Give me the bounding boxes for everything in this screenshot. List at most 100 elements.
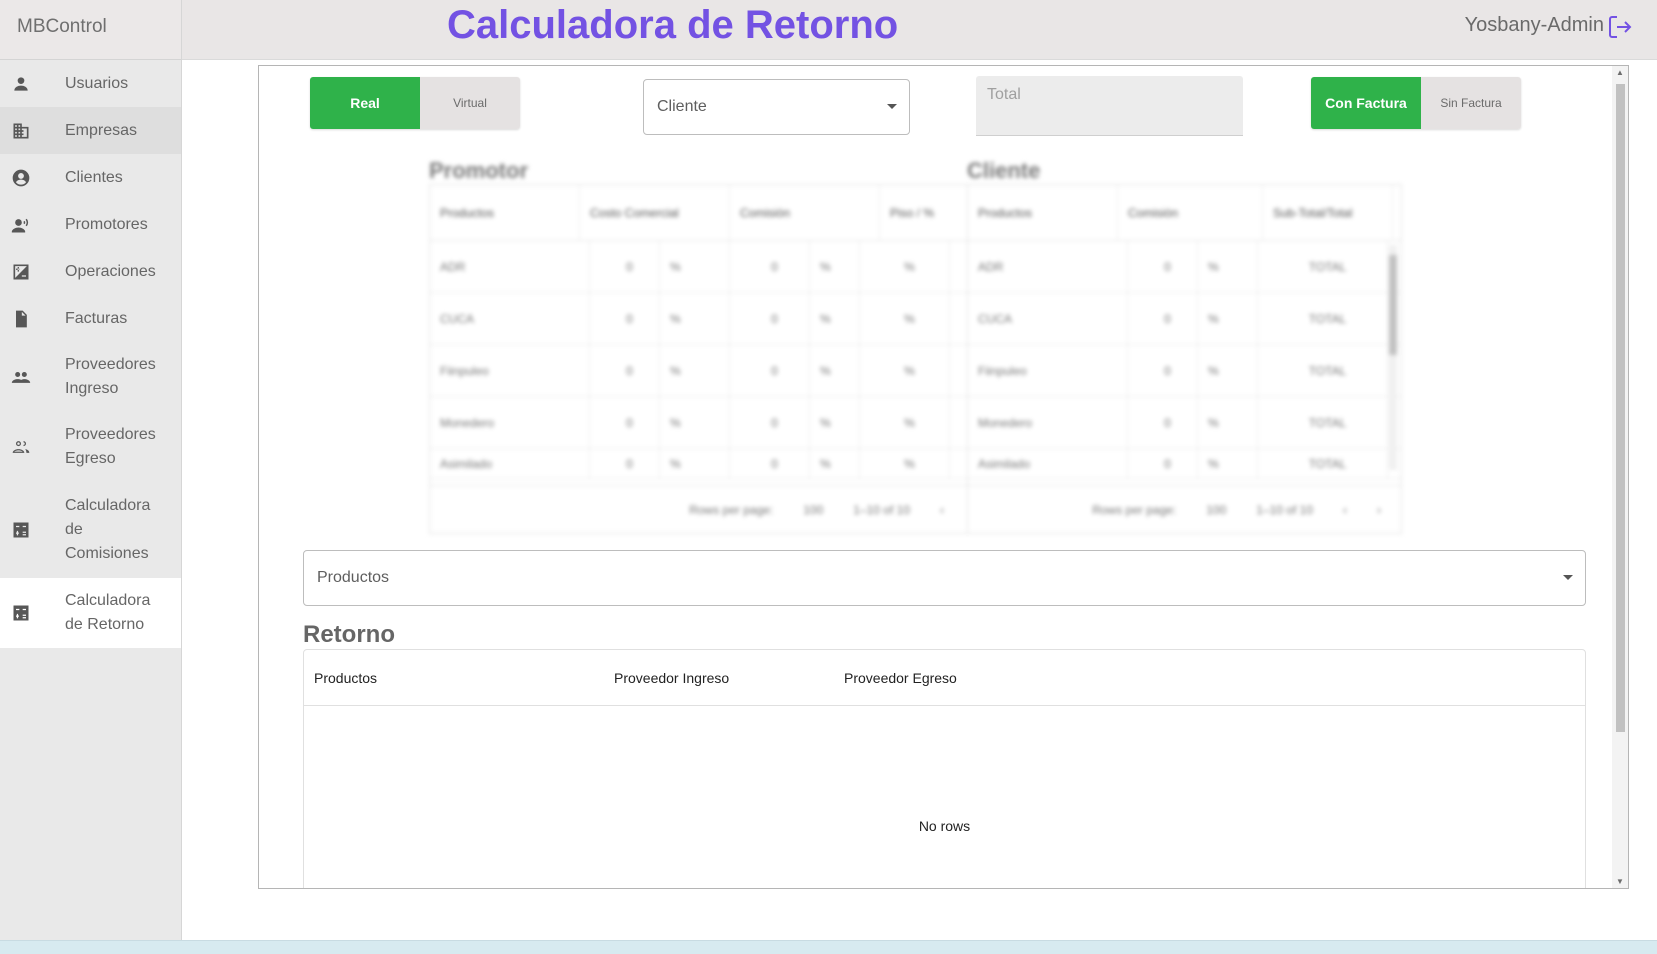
sidebar-item-label: Empresas — [65, 121, 138, 139]
page-title: Calculadora de Retorno — [447, 3, 899, 47]
cell: 0 — [1128, 397, 1198, 448]
prev-page-icon[interactable]: ‹ — [940, 503, 944, 517]
table-row: Monedero 0 % TOTAL — [968, 397, 1401, 449]
cell: % — [860, 241, 950, 292]
table-scrollbar[interactable] — [1389, 245, 1397, 470]
table-row: Asimilado 0 % TOTAL — [968, 449, 1401, 479]
table-row: Fiinpuleo 0 % TOTAL — [968, 345, 1401, 397]
brand-name: MBControl — [0, 0, 181, 60]
cell: Fiinpuleo — [430, 345, 590, 396]
table-pagination: Rows per page: 100 1–10 of 10 ‹ › — [430, 485, 998, 533]
table-row: Monedero 0 % 0 % % — [430, 397, 998, 449]
productos-select[interactable]: Productos — [303, 550, 1586, 606]
sidebar-item-calculadora-retorno[interactable]: Calculadora de Retorno — [0, 578, 181, 648]
sidebar-item-label: Promotores — [65, 215, 148, 233]
table-row: Asimilado 0 % 0 % % — [430, 449, 998, 479]
promotor-title: Promotor — [429, 158, 528, 183]
calculator-icon — [11, 520, 31, 540]
account-circle-icon — [11, 168, 31, 188]
cell: Monedero — [430, 397, 590, 448]
cell: ADR — [430, 241, 590, 292]
column-header[interactable]: Proveedor Egreso — [844, 670, 957, 686]
cell: 0 — [1128, 449, 1198, 478]
group-icon — [11, 367, 31, 387]
sidebar-item-label: Facturas — [65, 309, 128, 327]
sidebar-item-usuarios[interactable]: Usuarios — [0, 60, 181, 107]
cell: 0 — [1128, 241, 1198, 292]
cell: % — [660, 293, 730, 344]
calculator-icon — [11, 603, 31, 623]
cell: TOTAL — [1258, 449, 1388, 478]
chevron-down-icon — [1563, 575, 1573, 580]
cell: % — [810, 449, 860, 478]
group-outline-icon — [11, 437, 31, 457]
next-page-icon[interactable]: › — [1377, 503, 1381, 517]
cell: % — [860, 397, 950, 448]
cell: TOTAL — [1258, 293, 1388, 344]
cell: TOTAL — [1258, 345, 1388, 396]
cell: 0 — [590, 293, 660, 344]
cell: % — [860, 449, 950, 478]
scroll-down-icon[interactable]: ▼ — [1616, 877, 1624, 886]
os-taskbar — [0, 940, 1657, 954]
main-panel: Real Virtual Cliente Total Con Factura S… — [258, 65, 1629, 889]
header-cell: Sub-Total/Total — [1263, 185, 1393, 240]
sidebar-item-clientes[interactable]: Clientes — [0, 154, 181, 201]
building-icon — [11, 121, 31, 141]
header-cell: Productos — [430, 185, 580, 240]
sidebar-item-proveedores-egreso[interactable]: Proveedores Egreso — [0, 412, 181, 482]
rows-per-page-select[interactable]: 100 — [1206, 503, 1226, 517]
table-pagination: Rows per page: 100 1–10 of 10 ‹ › — [968, 485, 1401, 533]
cell: 0 — [730, 241, 810, 292]
cell: CUCA — [968, 293, 1128, 344]
rows-per-page-label: Rows per page: — [689, 502, 774, 517]
rows-per-page-select[interactable]: 100 — [803, 503, 823, 517]
header-cell: Comisión — [730, 185, 880, 240]
table-row: ADR 0 % TOTAL — [968, 241, 1401, 293]
sidebar-item-label: Proveedores Egreso — [65, 426, 156, 467]
sidebar-item-label: Clientes — [65, 168, 123, 186]
person-icon — [11, 74, 31, 94]
table-row: CUCA 0 % TOTAL — [968, 293, 1401, 345]
pagination-range: 1–10 of 10 — [853, 502, 910, 517]
record-voice-icon — [11, 215, 31, 235]
cliente-header-row: Productos Comisión Sub-Total/Total — [968, 185, 1401, 241]
panel-scrollbar[interactable]: ▲ ▼ — [1612, 66, 1628, 888]
sidebar-item-operaciones[interactable]: Operaciones — [0, 248, 181, 295]
sidebar-item-label: Usuarios — [65, 74, 129, 92]
top-header: Calculadora de Retorno Yosbany-Admin — [182, 0, 1657, 60]
sidebar-item-calculadora-comisiones[interactable]: Calculadora de Comisiones — [0, 482, 181, 578]
cell: % — [810, 345, 860, 396]
cell: % — [810, 241, 860, 292]
cell: 0 — [730, 449, 810, 478]
logout-icon[interactable] — [1607, 14, 1633, 40]
sidebar-item-promotores[interactable]: Promotores — [0, 201, 181, 248]
sidebar-item-facturas[interactable]: Facturas — [0, 295, 181, 342]
cell: 0 — [730, 345, 810, 396]
table-row: ADR 0 % 0 % % — [430, 241, 998, 293]
sidebar-item-label: Proveedores Ingreso — [65, 356, 156, 397]
table-row: Fiinpuleo 0 % 0 % % — [430, 345, 998, 397]
cell: % — [810, 397, 860, 448]
empty-state: No rows — [918, 818, 971, 834]
sidebar-item-label: Calculadora de Retorno — [65, 592, 151, 633]
cell: % — [810, 293, 860, 344]
column-header[interactable]: Productos — [314, 670, 377, 686]
cell: TOTAL — [1258, 397, 1388, 448]
prev-page-icon[interactable]: ‹ — [1343, 503, 1347, 517]
sidebar-item-proveedores-ingreso[interactable]: Proveedores Ingreso — [0, 342, 181, 412]
cliente-title: Cliente — [967, 158, 1041, 183]
cell: 0 — [590, 345, 660, 396]
cell: 0 — [590, 449, 660, 478]
scrollbar-thumb[interactable] — [1616, 84, 1625, 732]
scroll-up-icon[interactable]: ▲ — [1616, 68, 1624, 77]
retorno-title: Retorno — [303, 621, 395, 648]
cliente-table: Productos Comisión Sub-Total/Total ADR 0… — [967, 184, 1402, 534]
column-header[interactable]: Proveedor Ingreso — [614, 670, 729, 686]
sidebar-item-empresas[interactable]: Empresas — [0, 107, 181, 154]
header-cell: Comisión — [1118, 185, 1263, 240]
cell: Fiinpuleo — [968, 345, 1128, 396]
cell: % — [1198, 293, 1258, 344]
cell: 0 — [1128, 293, 1198, 344]
cell: 0 — [1128, 345, 1198, 396]
